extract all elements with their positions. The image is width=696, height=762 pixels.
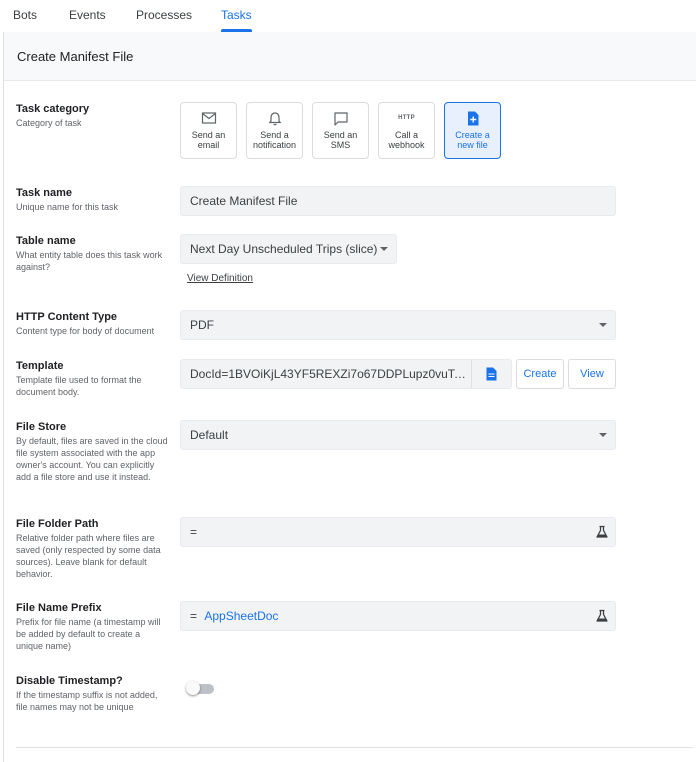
table-name-value: Next Day Unscheduled Trips (slice) [190,242,378,256]
category-label: Create a new file [455,130,490,150]
task-category-label: Task category [16,103,90,115]
file-folder-path-input[interactable]: = [180,517,616,547]
task-name-input[interactable]: Create Manifest File [180,186,616,216]
top-tabs: Bots Events Processes Tasks [0,0,696,32]
file-name-prefix-help: Prefix for file name (a timestamp will b… [16,617,161,651]
table-name-select[interactable]: Next Day Unscheduled Trips (slice) [180,234,397,264]
template-input[interactable]: DocId=1BVOiKjL43YF5REXZi7o67DDPLupz0vuTa… [180,359,512,389]
http-icon: HTTP [398,115,415,121]
table-name-help: What entity table does this task work ag… [16,250,163,272]
file-store-help: By default, files are saved in the cloud… [16,436,168,482]
template-create-button[interactable]: Create [516,359,564,389]
file-store-label: File Store [16,421,67,433]
bell-icon [247,111,302,127]
email-icon [181,111,236,127]
task-category-help: Category of task [16,118,82,128]
category-send-notification-button[interactable]: Send a notification [246,102,303,159]
tab-processes[interactable]: Processes [136,8,192,32]
table-name-label: Table name [16,235,76,247]
file-name-prefix-input[interactable]: = AppSheetDoc [180,601,616,631]
disable-timestamp-toggle[interactable] [186,681,214,695]
expression-prefix: = [190,609,198,623]
category-send-email-button[interactable]: Send an email [180,102,237,159]
http-content-type-value: PDF [190,318,214,332]
disable-timestamp-help: If the timestamp suffix is not added, fi… [16,690,158,712]
template-view-button[interactable]: View [568,359,616,389]
flask-icon[interactable] [595,525,609,539]
chevron-down-icon [599,433,607,437]
view-definition-link[interactable]: View Definition [187,273,253,284]
file-folder-path-help: Relative folder path where files are sav… [16,533,161,579]
expression-prefix: = [190,525,198,539]
section-divider [16,747,693,748]
category-call-webhook-button[interactable]: HTTP Call a webhook [378,102,435,159]
disable-timestamp-label: Disable Timestamp? [16,675,123,687]
tab-tasks[interactable]: Tasks [221,8,252,32]
category-label: Call a webhook [388,130,425,150]
http-content-type-label: HTTP Content Type [16,311,118,323]
chevron-down-icon [599,323,607,327]
flask-icon[interactable] [595,609,609,623]
category-send-sms-button[interactable]: Send an SMS [312,102,369,159]
toggle-knob [186,681,200,695]
panel-title: Create Manifest File [17,49,134,64]
new-file-icon [445,111,500,127]
http-content-type-select[interactable]: PDF [180,310,616,340]
category-label: Send a notification [252,130,297,150]
task-name-value: Create Manifest File [190,194,298,208]
file-name-prefix-label: File Name Prefix [16,602,102,614]
chevron-down-icon [380,247,388,251]
template-label: Template [16,360,64,372]
template-file-button[interactable] [471,360,511,388]
category-label: Send an SMS [323,130,358,150]
task-name-help: Unique name for this task [16,202,119,212]
category-create-file-button[interactable]: Create a new file [444,102,501,159]
document-icon [486,367,497,381]
chat-icon [313,111,368,127]
file-folder-path-label: File Folder Path [16,518,99,530]
http-content-type-help: Content type for body of document [16,326,155,336]
tab-bots[interactable]: Bots [13,8,37,32]
file-name-prefix-value: AppSheetDoc [204,609,279,623]
task-name-label: Task name [16,187,73,199]
template-help: Template file used to format the documen… [16,375,142,397]
file-store-select[interactable]: Default [180,420,616,450]
tab-events[interactable]: Events [69,8,106,32]
file-store-value: Default [190,428,229,442]
panel-header: Create Manifest File [4,32,696,81]
category-label: Send an email [191,130,226,150]
template-value: DocId=1BVOiKjL43YF5REXZi7o67DDPLupz0vuTa… [190,367,470,381]
